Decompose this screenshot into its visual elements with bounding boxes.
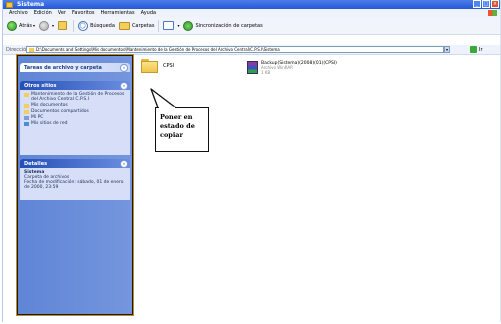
- forward-button[interactable]: ▾: [39, 19, 54, 32]
- views-icon: [163, 21, 175, 30]
- chevron-down-icon: ▾: [177, 23, 180, 28]
- collapse-icon[interactable]: «: [120, 81, 128, 90]
- file-size: 1 KB: [261, 69, 271, 75]
- views-button[interactable]: ▾: [163, 19, 179, 32]
- folder-icon: [24, 93, 29, 97]
- folder-icon: [6, 1, 13, 8]
- sync-folders-button[interactable]: Sincronización de carpetas: [183, 19, 263, 32]
- place-item[interactable]: Mi PC: [24, 115, 126, 120]
- computer-icon: [24, 116, 29, 120]
- sync-icon: [183, 20, 194, 31]
- address-dropdown-button[interactable]: ▾: [444, 46, 450, 53]
- window-controls: _ □ ×: [473, 0, 499, 8]
- places-group: Otros sitios « Mantenimiento de la Gesti…: [20, 81, 130, 155]
- close-button[interactable]: ×: [491, 0, 499, 8]
- place-label: Mis sitios de red: [31, 121, 68, 126]
- maximize-button[interactable]: □: [482, 0, 490, 8]
- place-item[interactable]: Mis documentos: [24, 103, 126, 108]
- toolbar: Atrás ▾ ▾ Búsqueda Carpetas ▾ Sincroniza…: [3, 17, 500, 35]
- folder-item-cpsi[interactable]: CPSI: [141, 59, 174, 73]
- winrar-archive-icon: [247, 61, 258, 74]
- go-label: Ir: [479, 46, 483, 53]
- details-header[interactable]: Detalles «: [20, 159, 130, 168]
- network-icon: [24, 122, 29, 126]
- menu-edicion[interactable]: Edición: [34, 9, 52, 17]
- window-title: Sistema: [17, 1, 45, 8]
- tasks-header[interactable]: Tareas de archivo y carpeta »: [20, 63, 130, 72]
- folder-icon: [141, 59, 158, 73]
- places-list: Mantenimiento de la Gestión de Procesos …: [20, 90, 130, 155]
- places-header[interactable]: Otros sitios «: [20, 81, 130, 90]
- back-arrow-icon: [7, 20, 17, 31]
- place-label: Mantenimiento de la Gestión de Procesos …: [31, 92, 125, 102]
- menu-favoritos[interactable]: Favoritos: [72, 9, 95, 17]
- search-label: Búsqueda: [90, 22, 115, 29]
- search-icon: [78, 20, 89, 31]
- go-button[interactable]: Ir: [470, 46, 483, 53]
- toolbar-divider: [158, 19, 160, 32]
- address-label: Dirección: [6, 46, 30, 53]
- menu-bar: Archivo Edición Ver Favoritos Herramient…: [3, 9, 500, 17]
- folder-icon: [29, 47, 34, 52]
- callout-pointer: [150, 88, 177, 109]
- place-label: Mi PC: [31, 115, 44, 120]
- folder-up-icon: [58, 21, 68, 30]
- tasks-group: Tareas de archivo y carpeta »: [20, 63, 130, 72]
- task-pane: Tareas de archivo y carpeta » Otros siti…: [16, 54, 134, 316]
- title-bar[interactable]: Sistema _ □ ×: [3, 0, 500, 9]
- folder-icon: [24, 110, 29, 114]
- chevron-down-icon: ▾: [52, 23, 55, 28]
- folder-icon: [24, 104, 29, 108]
- details-body: Sistema Carpeta de archivos Fecha de mod…: [20, 168, 130, 200]
- menu-ver[interactable]: Ver: [58, 9, 66, 17]
- windows-logo-icon: [488, 10, 497, 16]
- collapse-icon[interactable]: «: [120, 159, 128, 168]
- annotation-callout: Poner en estado de copiar: [155, 107, 209, 152]
- place-item[interactable]: Documentos compartidos: [24, 109, 126, 114]
- go-arrow-icon: [470, 46, 477, 53]
- minimize-button[interactable]: _: [473, 0, 481, 8]
- back-label: Atrás: [19, 22, 33, 29]
- callout-text: Poner en estado de copiar: [160, 113, 195, 139]
- file-list-area[interactable]: CPSI Backup(Sistema)(2008)(01)(CPSI) Arc…: [134, 55, 500, 322]
- tasks-header-label: Tareas de archivo y carpeta: [24, 64, 102, 71]
- file-item-backup-rar[interactable]: Backup(Sistema)(2008)(01)(CPSI) Archivo …: [247, 61, 337, 75]
- place-item[interactable]: Mis sitios de red: [24, 121, 126, 126]
- folders-button[interactable]: Carpetas: [118, 19, 155, 32]
- menu-herramientas[interactable]: Herramientas: [101, 9, 135, 17]
- menu-ayuda[interactable]: Ayuda: [141, 9, 156, 17]
- place-item[interactable]: Mantenimiento de la Gestión de Procesos …: [24, 92, 126, 102]
- folder-label: CPSI: [163, 63, 175, 69]
- toolbar-divider: [73, 19, 75, 32]
- explorer-window: Sistema _ □ × Archivo Edición Ver Favori…: [2, 0, 501, 322]
- back-button[interactable]: Atrás ▾: [7, 19, 35, 32]
- up-folder-button[interactable]: [58, 19, 69, 32]
- callout-pointer-mask: [159, 106, 175, 109]
- details-modified: Fecha de modificación: sábado, 01 de ene…: [24, 180, 124, 190]
- place-label: Documentos compartidos: [31, 109, 89, 114]
- folders-icon: [118, 21, 130, 30]
- forward-arrow-icon: [39, 20, 50, 31]
- sync-label: Sincronización de carpetas: [195, 22, 263, 29]
- address-input[interactable]: D:\Documents and Settings\Mis documentos…: [26, 46, 444, 53]
- place-label: Mis documentos: [31, 103, 68, 108]
- folders-label: Carpetas: [131, 22, 155, 29]
- details-group: Detalles « Sistema Carpeta de archivos F…: [20, 159, 130, 200]
- places-header-label: Otros sitios: [24, 82, 57, 89]
- menu-archivo[interactable]: Archivo: [9, 9, 28, 17]
- search-button[interactable]: Búsqueda: [78, 19, 115, 32]
- chevron-down-icon: ▾: [33, 23, 36, 28]
- file-meta: Backup(Sistema)(2008)(01)(CPSI) Archivo …: [261, 61, 337, 75]
- expand-icon[interactable]: »: [120, 63, 128, 72]
- address-path: D:\Documents and Settings\Mis documentos…: [36, 47, 280, 52]
- details-header-label: Detalles: [24, 160, 48, 167]
